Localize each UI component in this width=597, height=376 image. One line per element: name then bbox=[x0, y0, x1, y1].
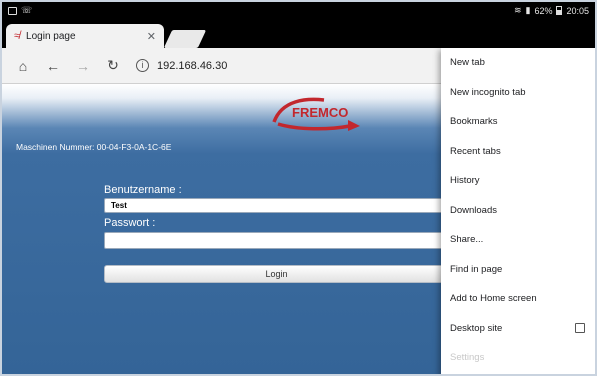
menu-item-label: Settings bbox=[450, 352, 485, 364]
menu-item-label: Desktop site bbox=[450, 322, 503, 334]
menu-item-find-in-page[interactable]: Find in page bbox=[441, 255, 595, 285]
gallery-icon bbox=[8, 6, 17, 15]
back-arrow-icon[interactable]: ← bbox=[44, 57, 62, 75]
menu-item-label: Downloads bbox=[450, 204, 497, 216]
desktop-site-checkbox[interactable] bbox=[575, 323, 585, 334]
info-icon[interactable]: i bbox=[136, 59, 149, 72]
menu-item-new-incognito-tab[interactable]: New incognito tab bbox=[441, 78, 595, 108]
menu-item-history[interactable]: History bbox=[441, 166, 595, 196]
notification-icon: ☏ bbox=[21, 5, 33, 15]
menu-item-bookmarks[interactable]: Bookmarks bbox=[441, 107, 595, 137]
reload-icon[interactable]: ↻ bbox=[104, 57, 122, 75]
url-text: 192.168.46.30 bbox=[157, 59, 228, 72]
menu-item-label: New tab bbox=[450, 57, 485, 69]
menu-item-label: History bbox=[450, 175, 480, 187]
forward-arrow-icon[interactable]: → bbox=[74, 57, 92, 75]
svg-text:FREMCO: FREMCO bbox=[292, 105, 348, 120]
new-tab-button[interactable] bbox=[163, 30, 207, 48]
close-tab-icon[interactable]: ✕ bbox=[147, 30, 156, 43]
username-field[interactable]: Test bbox=[104, 198, 449, 213]
address-bar[interactable]: i 192.168.46.30 bbox=[136, 59, 227, 72]
password-label: Passwort : bbox=[104, 217, 156, 229]
device-screen: ☏ ≋ ▮ 62% 20:05 ≉ Login page ✕ ⌂ ← → ↻ i… bbox=[0, 0, 597, 376]
menu-item-add-to-home-screen[interactable]: Add to Home screen bbox=[441, 284, 595, 314]
menu-item-label: Share... bbox=[450, 234, 484, 246]
menu-item-label: Bookmarks bbox=[450, 116, 498, 128]
menu-item-recent-tabs[interactable]: Recent tabs bbox=[441, 137, 595, 167]
password-field[interactable] bbox=[104, 232, 449, 249]
menu-item-downloads[interactable]: Downloads bbox=[441, 196, 595, 226]
login-button[interactable]: Login bbox=[104, 265, 449, 283]
status-right: ≋ ▮ 62% 20:05 bbox=[514, 5, 589, 16]
machine-number: Maschinen Nummer: 00-04-F3-0A-1C-6E bbox=[16, 142, 172, 152]
signal-icon: ▮ bbox=[525, 5, 531, 15]
menu-item-new-tab[interactable]: New tab bbox=[441, 48, 595, 78]
tab-login-page[interactable]: ≉ Login page ✕ bbox=[6, 24, 164, 48]
battery-percent: 62% bbox=[534, 5, 553, 16]
browser-menu: New tab New incognito tab Bookmarks Rece… bbox=[441, 48, 595, 374]
menu-item-desktop-site[interactable]: Desktop site bbox=[441, 314, 595, 344]
status-bar: ☏ ≋ ▮ 62% 20:05 bbox=[2, 2, 595, 20]
wifi-icon: ≋ bbox=[513, 5, 522, 15]
username-label: Benutzername : bbox=[104, 184, 182, 196]
fremco-logo: FREMCO bbox=[272, 97, 360, 131]
home-icon[interactable]: ⌂ bbox=[14, 57, 32, 75]
tab-strip: ≉ Login page ✕ bbox=[2, 20, 595, 48]
menu-item-settings[interactable]: Settings bbox=[441, 343, 595, 373]
menu-item-label: New incognito tab bbox=[450, 86, 526, 98]
battery-icon bbox=[556, 6, 563, 15]
clock: 20:05 bbox=[566, 5, 589, 16]
menu-item-label: Find in page bbox=[450, 263, 503, 275]
status-left: ☏ bbox=[8, 5, 32, 16]
tab-title: Login page bbox=[26, 30, 76, 42]
menu-item-label: Add to Home screen bbox=[450, 293, 537, 305]
menu-item-share[interactable]: Share... bbox=[441, 225, 595, 255]
menu-item-label: Recent tabs bbox=[450, 145, 501, 157]
fremco-favicon-icon: ≉ bbox=[14, 30, 21, 42]
